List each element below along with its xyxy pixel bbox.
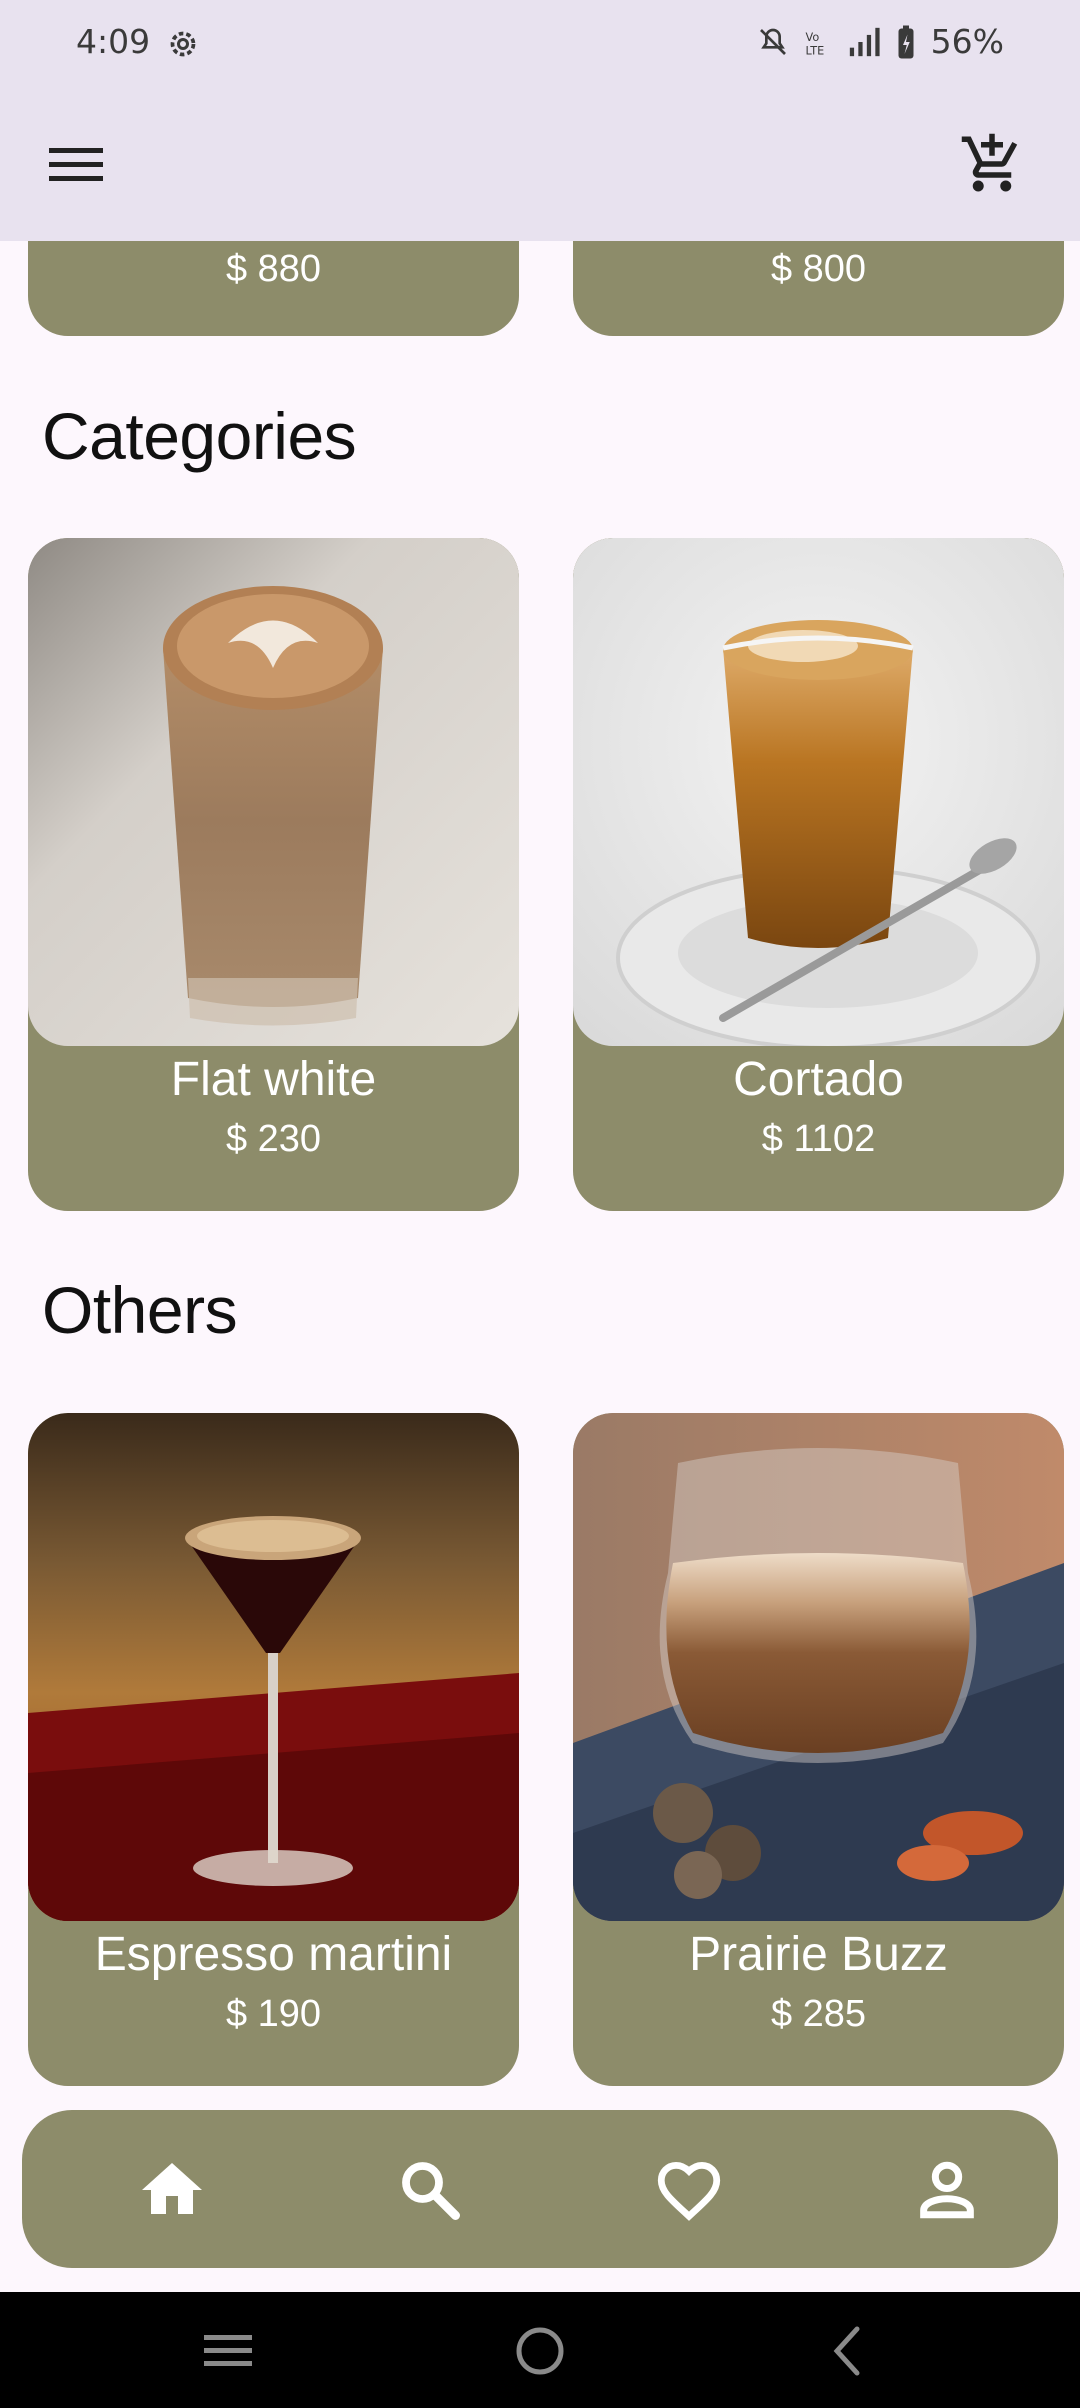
product-price: $ 230 bbox=[225, 1118, 322, 1160]
product-card-espresso-martini[interactable]: Espresso martini $ 190 bbox=[28, 1413, 519, 2086]
product-name: Flat white bbox=[170, 1053, 377, 1106]
home-circle-icon bbox=[516, 2327, 564, 2375]
heart-icon bbox=[657, 2161, 721, 2221]
section-title-categories: Categories bbox=[42, 399, 357, 473]
system-navigation-bar bbox=[0, 2292, 1080, 2408]
product-card-flat-white[interactable]: Flat white $ 230 bbox=[28, 538, 519, 1211]
add-to-cart-icon bbox=[961, 133, 1018, 192]
back-button[interactable] bbox=[812, 2316, 882, 2386]
status-icons: Vo LTE 56% bbox=[757, 22, 1004, 61]
mute-icon bbox=[759, 28, 786, 55]
product-name: Cortado bbox=[733, 1053, 904, 1106]
recents-button[interactable] bbox=[193, 2316, 263, 2386]
nav-search[interactable] bbox=[390, 2150, 470, 2230]
product-price: $ 1102 bbox=[761, 1118, 876, 1160]
product-price: $ 285 bbox=[770, 1993, 867, 2035]
product-price: $ 880 bbox=[225, 248, 322, 290]
product-name: Espresso martini bbox=[94, 1928, 453, 1981]
search-icon bbox=[402, 2162, 460, 2220]
signal-icon bbox=[849, 27, 880, 56]
section-title-others: Others bbox=[42, 1273, 238, 1347]
nav-favorites[interactable] bbox=[649, 2150, 729, 2230]
product-name: Prairie Buzz bbox=[689, 1928, 948, 1981]
battery-percent: 56% bbox=[930, 22, 1004, 61]
back-icon bbox=[833, 2326, 860, 2376]
product-image bbox=[573, 538, 1064, 1046]
battery-icon bbox=[898, 25, 914, 58]
product-image bbox=[28, 1413, 519, 1921]
product-price: $ 190 bbox=[225, 1993, 322, 2035]
menu-button[interactable] bbox=[44, 136, 108, 192]
home-system-button[interactable] bbox=[505, 2316, 575, 2386]
status-bar: 4:09 Vo LTE 56% bbox=[0, 0, 1080, 90]
home-icon bbox=[142, 2163, 202, 2214]
profile-icon bbox=[920, 2161, 974, 2219]
volte-icon: VoLTE bbox=[805, 30, 824, 57]
nav-profile[interactable] bbox=[907, 2150, 987, 2230]
svg-text:Vo: Vo bbox=[805, 30, 819, 43]
settings-icon bbox=[170, 31, 196, 57]
product-image bbox=[28, 538, 519, 1046]
status-time: 4:09 bbox=[76, 22, 151, 61]
app-bar: 4:09 Vo LTE 56% bbox=[0, 0, 1080, 241]
product-price: $ 800 bbox=[770, 248, 867, 290]
hamburger-menu-icon bbox=[49, 148, 103, 181]
recents-icon bbox=[204, 2335, 252, 2366]
cart-button[interactable] bbox=[954, 126, 1030, 202]
product-image bbox=[573, 1413, 1064, 1921]
nav-home[interactable] bbox=[132, 2150, 212, 2230]
product-card-cortado[interactable]: Cortado $ 1102 bbox=[573, 538, 1064, 1211]
svg-text:LTE: LTE bbox=[805, 44, 824, 57]
product-card-prairie-buzz[interactable]: Prairie Buzz $ 285 bbox=[573, 1413, 1064, 2086]
bottom-navigation bbox=[22, 2110, 1058, 2268]
